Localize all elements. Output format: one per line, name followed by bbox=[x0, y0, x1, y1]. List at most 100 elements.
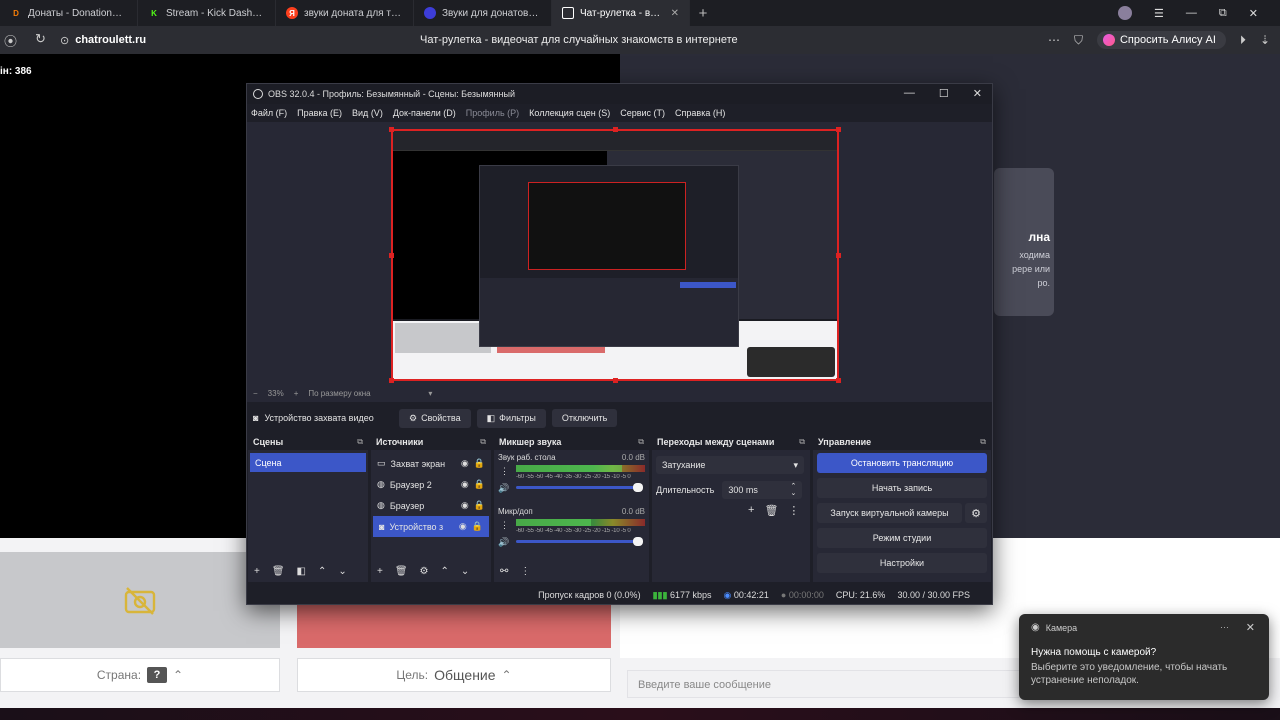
message-input[interactable]: Введите ваше сообщение bbox=[627, 670, 1027, 698]
resize-handle[interactable] bbox=[613, 127, 618, 132]
dock-options-icon[interactable]: ⧉ bbox=[799, 437, 805, 447]
volume-fader[interactable] bbox=[516, 483, 643, 492]
move-down-icon[interactable]: ⌄ bbox=[338, 566, 346, 577]
tab-donation-sounds[interactable]: Звуки для донатов на стр bbox=[414, 0, 552, 26]
zoom-in-button[interactable]: + bbox=[294, 389, 299, 398]
move-down-icon[interactable]: ⌄ bbox=[461, 566, 469, 577]
new-tab-button[interactable]: + bbox=[690, 5, 716, 22]
gear-icon[interactable]: ⚙ bbox=[420, 566, 429, 577]
lock-icon[interactable]: 🔒 bbox=[472, 521, 483, 532]
start-virtual-camera-button[interactable]: Запуск виртуальной камеры bbox=[817, 503, 962, 523]
dock-options-icon[interactable]: ⧉ bbox=[357, 437, 363, 447]
speaker-icon[interactable]: 🔊 bbox=[498, 537, 509, 548]
close-icon[interactable]: ✕ bbox=[1246, 621, 1255, 634]
more-options-icon[interactable]: ⋯ bbox=[1220, 622, 1229, 633]
source-item-selected[interactable]: ◙ Устройство з ◉ 🔒 bbox=[373, 516, 489, 537]
lock-icon[interactable]: 🔒 bbox=[474, 458, 485, 469]
more-icon[interactable]: ⋮ bbox=[788, 504, 799, 517]
preview-area[interactable] bbox=[247, 122, 992, 384]
maximize-icon[interactable]: ☐ bbox=[939, 87, 949, 100]
menu-edit[interactable]: Правка (E) bbox=[297, 108, 342, 118]
move-up-icon[interactable]: ⌃ bbox=[441, 566, 449, 577]
scene-item[interactable]: Сцена bbox=[250, 453, 366, 472]
tab-yandex-search[interactable]: Я звуки доната для твича - bbox=[276, 0, 414, 26]
source-item[interactable]: ▭ Захват экран ◉ 🔒 bbox=[371, 453, 491, 474]
menu-view[interactable]: Вид (V) bbox=[352, 108, 383, 118]
zoom-mode-select[interactable]: По размеру окна bbox=[308, 389, 418, 398]
dock-options-icon[interactable]: ⧉ bbox=[480, 437, 486, 447]
transition-select[interactable]: Затухание ▾ bbox=[656, 456, 804, 474]
goal-selector[interactable]: Цель: Общение ⌃ bbox=[297, 658, 611, 692]
minimize-icon[interactable]: — bbox=[904, 87, 915, 100]
filters-button[interactable]: ◧ Фильтры bbox=[476, 408, 546, 428]
profile-avatar[interactable] bbox=[1118, 6, 1133, 20]
restore-icon[interactable]: ⧉ bbox=[1219, 7, 1227, 20]
close-tab-icon[interactable]: ✕ bbox=[671, 8, 679, 19]
chevron-down-icon[interactable]: ▾ bbox=[428, 389, 432, 398]
resize-handle[interactable] bbox=[836, 127, 841, 132]
site-info-icon[interactable]: ⊙ bbox=[60, 34, 69, 47]
speaker-icon[interactable]: 🔊 bbox=[498, 483, 509, 494]
stop-streaming-button[interactable]: Остановить трансляцию bbox=[817, 453, 987, 473]
move-up-icon[interactable]: ⌃ bbox=[318, 566, 326, 577]
camera-off-tile[interactable] bbox=[0, 552, 280, 648]
resize-handle[interactable] bbox=[389, 378, 394, 383]
bookmark-icon[interactable]: ⛉ bbox=[1074, 33, 1083, 48]
source-item[interactable]: ◍ Браузер ◉ 🔒 bbox=[371, 495, 491, 516]
source-item[interactable]: ◍ Браузер 2 ◉ 🔒 bbox=[371, 474, 491, 495]
fader-knob[interactable] bbox=[633, 483, 643, 492]
settings-button[interactable]: Настройки bbox=[817, 553, 987, 573]
zoom-out-button[interactable]: − bbox=[253, 389, 258, 398]
deactivate-button[interactable]: Отключить bbox=[551, 409, 618, 427]
visibility-icon[interactable]: ◉ bbox=[459, 521, 467, 532]
ask-alice-button[interactable]: Спросить Алису AI bbox=[1096, 31, 1226, 49]
back-icon[interactable]: ⦿ bbox=[4, 31, 17, 50]
more-icon[interactable]: ⋯ bbox=[1048, 33, 1060, 47]
add-icon[interactable]: + bbox=[254, 566, 260, 577]
lock-icon[interactable]: 🔒 bbox=[474, 500, 485, 511]
dock-options-icon[interactable]: ⧉ bbox=[638, 437, 644, 447]
visibility-icon[interactable]: ◉ bbox=[461, 500, 469, 511]
download-icon[interactable]: ⇣ bbox=[1260, 33, 1270, 47]
tab-donationalerts[interactable]: D Донаты - DonationAlerts bbox=[0, 0, 138, 26]
volume-fader[interactable] bbox=[516, 537, 643, 546]
tab-kick-dashboard[interactable]: K Stream - Kick Dashboard bbox=[138, 0, 276, 26]
close-icon[interactable]: ✕ bbox=[973, 87, 982, 100]
preview-canvas[interactable] bbox=[391, 129, 839, 381]
close-window-icon[interactable]: ✕ bbox=[1249, 7, 1258, 20]
resize-handle[interactable] bbox=[613, 378, 618, 383]
more-icon[interactable]: ⋮ bbox=[520, 566, 530, 577]
start-recording-button[interactable]: Начать запись bbox=[817, 478, 987, 498]
resize-handle[interactable] bbox=[836, 253, 841, 258]
menu-icon[interactable]: ☰ bbox=[1154, 7, 1164, 20]
camera-help-notification[interactable]: ◉ Камера ⋯ ✕ Нужна помощь с камерой? Выб… bbox=[1019, 614, 1269, 700]
menu-docks[interactable]: Док-панели (D) bbox=[393, 108, 456, 118]
channel-options-icon[interactable]: ⋮ bbox=[500, 466, 509, 477]
menu-help[interactable]: Справка (H) bbox=[675, 108, 725, 118]
media-icon[interactable]: ⏵ bbox=[1240, 33, 1246, 48]
menu-profile[interactable]: Профиль (P) bbox=[466, 108, 519, 118]
link-icon[interactable]: ⚯ bbox=[500, 566, 508, 577]
duration-input[interactable]: 300 ms ⌃ ⌄ bbox=[722, 481, 803, 499]
gear-icon[interactable]: ⚙ bbox=[965, 503, 987, 523]
spinner-icon[interactable]: ⌃ ⌄ bbox=[790, 483, 796, 497]
minimize-icon[interactable]: — bbox=[1186, 7, 1197, 19]
menu-scene-collection[interactable]: Коллекция сцен (S) bbox=[529, 108, 610, 118]
menu-tools[interactable]: Сервис (T) bbox=[620, 108, 665, 118]
resize-handle[interactable] bbox=[836, 378, 841, 383]
channel-options-icon[interactable]: ⋮ bbox=[500, 520, 509, 531]
reload-icon[interactable]: ↻ bbox=[35, 31, 46, 50]
menu-file[interactable]: Файл (F) bbox=[251, 108, 287, 118]
properties-button[interactable]: ⚙ Свойства bbox=[399, 408, 471, 428]
country-selector[interactable]: Страна: ? ⌃ bbox=[0, 658, 280, 692]
trash-icon[interactable]: 🗑 bbox=[764, 504, 778, 517]
dock-options-icon[interactable]: ⧉ bbox=[980, 437, 986, 447]
visibility-icon[interactable]: ◉ bbox=[461, 479, 469, 490]
add-icon[interactable]: + bbox=[748, 504, 754, 517]
fader-knob[interactable] bbox=[633, 537, 643, 546]
lock-icon[interactable]: 🔒 bbox=[474, 479, 485, 490]
trash-icon[interactable]: 🗑 bbox=[272, 566, 285, 577]
studio-mode-button[interactable]: Режим студии bbox=[817, 528, 987, 548]
tab-chatroulette[interactable]: Чат-рулетка - видеоча ✕ bbox=[552, 0, 690, 26]
resize-handle[interactable] bbox=[389, 253, 394, 258]
